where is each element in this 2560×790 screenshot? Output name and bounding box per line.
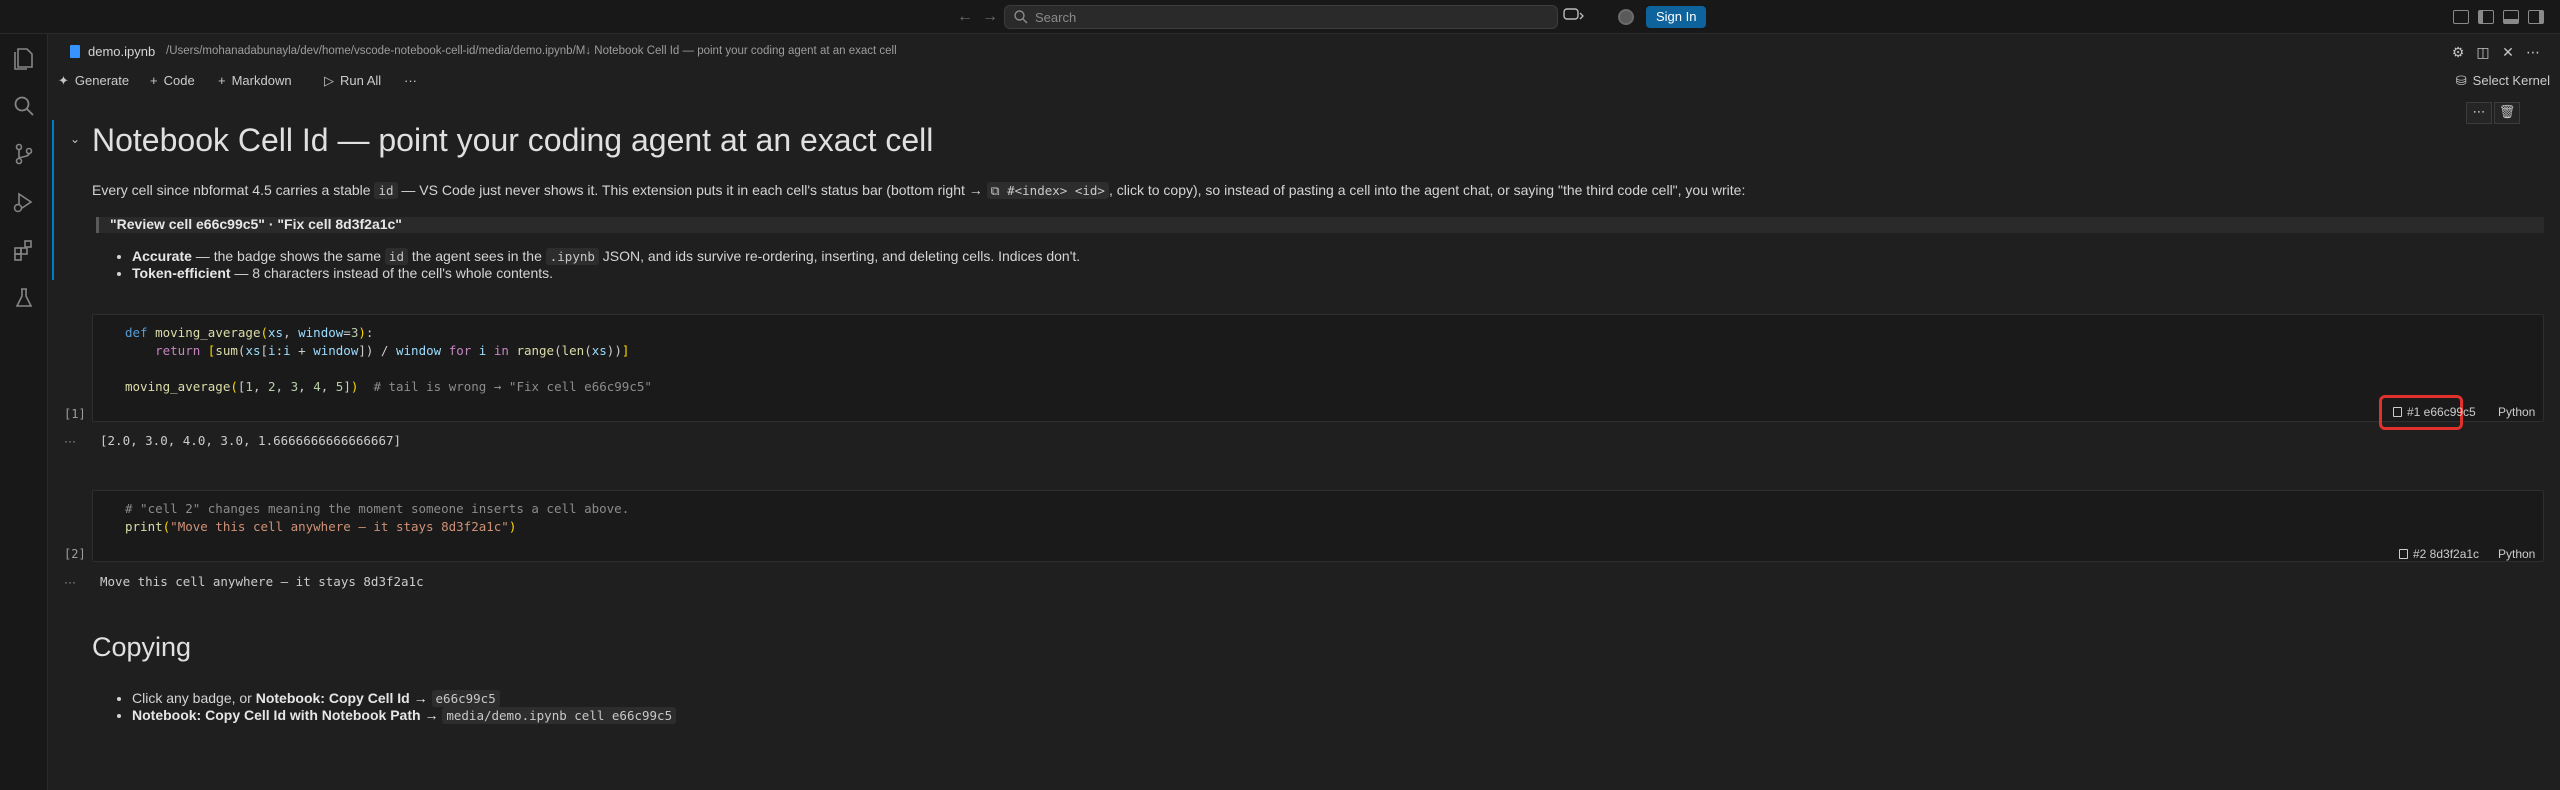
notebook-file-icon [70,45,80,58]
breadcrumb: demo.ipynb /Users/mohanadabunayla/dev/ho… [48,40,2560,64]
inline-code: id [374,182,398,199]
search-placeholder: Search [1035,10,1077,25]
forward-arrow-icon[interactable]: → [980,7,1000,27]
inline-code: media/demo.ipynb cell e66c99c5 [442,707,677,724]
gear-icon[interactable]: ⚙ [2450,44,2466,60]
close-icon[interactable]: ✕ [2500,44,2516,60]
cell-id-badge[interactable]: #2 8d3f2a1c [2399,547,2479,561]
add-markdown-cell-button[interactable]: + Markdown [218,73,292,88]
sparkle-icon: ✦ [58,73,69,88]
code-cell[interactable]: # "cell 2" changes meaning the moment so… [92,490,2544,562]
list-item: Notebook: Copy Cell Id with Notebook Pat… [132,707,677,724]
source-control-icon[interactable] [10,140,38,168]
search-icon [1014,10,1028,24]
toggle-primary-sidebar-icon[interactable] [2478,10,2494,24]
section-heading: Copying [92,632,192,662]
chevron-down-icon[interactable]: ⌄ [70,132,80,146]
inline-code: e66c99c5 [431,690,500,707]
cell-focus-indicator [52,120,54,280]
add-code-cell-button[interactable]: + Code [150,73,195,88]
cell-more-actions-button[interactable]: ⋯ [2466,102,2492,124]
notebook-editor: ⋯ 🗑 ⌄ Notebook Cell Id — point your codi… [48,98,2560,790]
toggle-panel-icon[interactable] [2503,10,2519,24]
back-arrow-icon[interactable]: ← [955,7,975,27]
code-cell[interactable]: def moving_average(xs, window=3): return… [92,314,2544,422]
code-line: def moving_average(xs, window=3): [125,325,374,340]
split-editor-icon[interactable]: ◫ [2475,44,2491,60]
sign-in-button[interactable]: Sign In [1646,6,1707,28]
plus-icon: + [218,73,226,88]
execution-count: [1] [64,407,86,421]
output-more-icon[interactable]: ··· [64,575,76,589]
cell-output: Move this cell anywhere — it stays 8d3f2… [100,574,424,589]
cell-id-badge[interactable]: #1 e66c99c5 [2393,405,2476,419]
kernel-icon: ⛁ [2455,73,2467,88]
notebook-heading: Notebook Cell Id — point your coding age… [92,122,934,158]
list-item: Token-efficient — 8 characters instead o… [132,265,1080,282]
blockquote [96,217,2544,233]
extensions-icon[interactable] [10,236,38,264]
command-center-search[interactable]: Search [1004,5,1558,29]
run-debug-icon[interactable] [10,188,38,216]
copying-list: Click any badge, or Notebook: Copy Cell … [132,690,677,724]
list-item: Click any badge, or Notebook: Copy Cell … [132,690,676,707]
intro-paragraph: Every cell since nbformat 4.5 carries a … [92,182,1746,199]
plus-icon: + [150,73,158,88]
cell-language-label[interactable]: Python [2498,405,2535,419]
cell-output: [2.0, 3.0, 4.0, 3.0, 1.6666666666666667] [100,433,402,448]
run-all-icon: ▷ [324,73,334,88]
search-icon[interactable] [10,92,38,120]
delete-cell-button[interactable]: 🗑 [2494,102,2520,124]
code-line: # "cell 2" changes meaning the moment so… [125,501,630,516]
blockquote-text: "Review cell e66c99c5" · "Fix cell 8d3f2… [110,216,402,232]
title-bar: ← → Search Sign In [0,0,2560,34]
inline-code: ⧉ #<index> <id> [986,182,1109,199]
output-more-icon[interactable]: ··· [64,434,76,448]
inline-code: .ipynb [545,248,599,265]
cell-language-label[interactable]: Python [2498,547,2535,561]
generate-button[interactable]: ✦ Generate [58,73,129,89]
customize-layout-icon[interactable] [2453,10,2469,24]
testing-icon[interactable] [10,284,38,312]
notebook-toolbar: ✦ Generate + Code + Markdown ▷ Run All ··· [48,70,2560,94]
account-icon[interactable] [1618,9,1634,25]
select-kernel-button[interactable]: ⛁ Select Kernel [2456,73,2550,89]
code-line: print("Move this cell anywhere — it stay… [125,519,517,534]
more-actions-icon[interactable]: ⋯ [2525,44,2541,60]
files-icon[interactable] [10,44,38,72]
toolbar-more-button[interactable]: ··· [404,73,417,88]
toggle-secondary-sidebar-icon[interactable] [2528,10,2544,24]
execution-count: [2] [64,547,86,561]
copy-icon [2399,549,2408,559]
feature-list: Accurate — the badge shows the same id t… [132,248,1080,282]
breadcrumb-file-name[interactable]: demo.ipynb [88,44,155,59]
code-line: return [sum(xs[i:i + window]) / window f… [155,343,630,358]
code-line: moving_average([1, 2, 3, 4, 5]) # tail i… [125,379,652,394]
breadcrumb-path[interactable]: /Users/mohanadabunayla/dev/home/vscode-n… [166,45,897,57]
run-all-button[interactable]: ▷ Run All [324,73,381,89]
inline-code: id [384,248,408,265]
copy-icon [2393,407,2402,417]
list-item: Accurate — the badge shows the same id t… [132,248,1080,265]
activity-bar [0,34,48,790]
chat-icon[interactable] [1560,7,1588,27]
